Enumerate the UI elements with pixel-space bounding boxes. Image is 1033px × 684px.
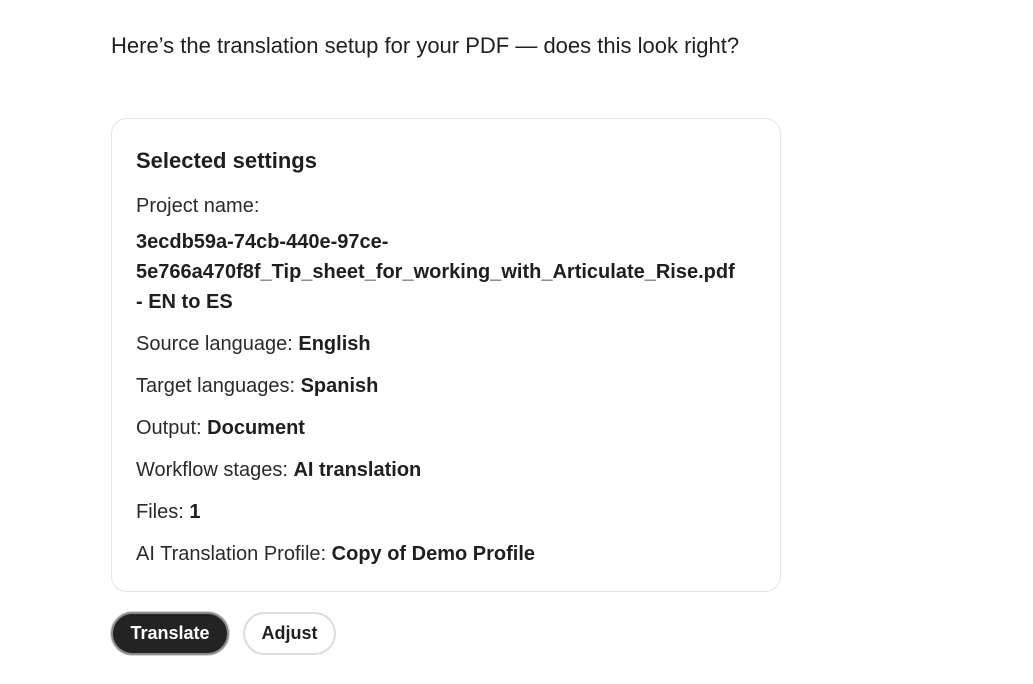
output-label: Output: <box>136 417 202 439</box>
output-value: Document <box>207 417 305 439</box>
selected-settings-card: Selected settings Project name: 3ecdb59a… <box>111 118 781 592</box>
project-name-label: Project name: <box>136 195 260 217</box>
project-name-value: 3ecdb59a-74cb-440e-97ce- 5e766a470f8f_Ti… <box>136 227 786 317</box>
files-row: Files: 1 <box>136 498 200 526</box>
target-languages-value: Spanish <box>300 375 379 397</box>
assistant-message-text: Here’s the translation setup for your PD… <box>111 33 740 58</box>
workflow-stages-row: Workflow stages: AI translation <box>136 456 421 484</box>
chat-message: Here’s the translation setup for your PD… <box>0 0 1033 684</box>
ai-translation-profile-value: Copy of Demo Profile <box>331 543 536 565</box>
adjust-button[interactable]: Adjust <box>243 612 336 655</box>
project-name-line-2: 5e766a470f8f_Tip_sheet_for_working_with_… <box>136 261 735 283</box>
settings-card-title: Selected settings <box>136 148 317 173</box>
project-name-line-3: - EN to ES <box>136 291 233 313</box>
files-label: Files: <box>136 501 184 523</box>
translate-button[interactable]: Translate <box>111 612 229 655</box>
workflow-stages-value: AI translation <box>293 459 422 481</box>
target-languages-label: Target languages: <box>136 375 296 397</box>
project-name-line-1: 3ecdb59a-74cb-440e-97ce- <box>136 231 389 253</box>
files-value: 1 <box>189 501 201 523</box>
target-languages-row: Target languages: Spanish <box>136 372 378 400</box>
ai-translation-profile-row: AI Translation Profile: Copy of Demo Pro… <box>136 540 535 568</box>
source-language-value: English <box>298 333 371 355</box>
ai-translation-profile-label: AI Translation Profile: <box>136 543 327 565</box>
source-language-row: Source language: English <box>136 330 371 358</box>
output-row: Output: Document <box>136 414 305 442</box>
source-language-label: Source language: <box>136 333 293 355</box>
workflow-stages-label: Workflow stages: <box>136 459 288 481</box>
